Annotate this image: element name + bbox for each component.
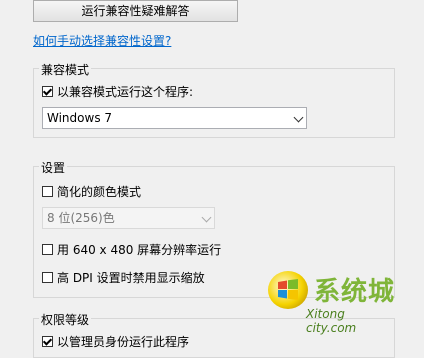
- dpi-checkbox[interactable]: [42, 272, 53, 283]
- chevron-down-icon: [201, 212, 212, 223]
- privilege-title: 权限等级: [39, 311, 92, 328]
- compat-mode-checkbox-label: 以兼容模式运行这个程序:: [57, 85, 194, 99]
- run-troubleshooter-button[interactable]: 运行兼容性疑难解答: [33, 0, 238, 22]
- resolution-checkbox[interactable]: [42, 244, 53, 255]
- os-version-value: Windows 7: [47, 111, 113, 125]
- compat-mode-title: 兼容模式: [39, 61, 92, 78]
- manual-compat-help-link[interactable]: 如何手动选择兼容性设置?: [33, 32, 171, 49]
- site-watermark: 系统城 Xitong city.com: [266, 267, 396, 335]
- dpi-label: 高 DPI 设置时禁用显示缩放: [57, 271, 205, 285]
- reduced-color-row[interactable]: 简化的颜色模式: [42, 183, 141, 200]
- color-depth-value: 8 位(256)色: [47, 211, 115, 225]
- compat-mode-checkbox[interactable]: [42, 86, 53, 97]
- watermark-text: 系统城: [314, 277, 396, 307]
- watermark-sub: Xitong city.com: [306, 307, 357, 335]
- admin-row[interactable]: 以管理员身份运行此程序: [42, 333, 189, 350]
- color-depth-select: 8 位(256)色: [42, 207, 215, 229]
- dpi-row[interactable]: 高 DPI 设置时禁用显示缩放: [42, 269, 205, 286]
- compat-mode-checkbox-row[interactable]: 以兼容模式运行这个程序:: [42, 83, 193, 100]
- settings-title: 设置: [39, 159, 68, 176]
- reduced-color-checkbox[interactable]: [42, 186, 53, 197]
- admin-checkbox[interactable]: [42, 336, 53, 347]
- resolution-label: 用 640 x 480 屏幕分辨率运行: [57, 243, 222, 257]
- windows-logo-icon: [268, 271, 308, 309]
- reduced-color-label: 简化的颜色模式: [57, 185, 142, 199]
- admin-label: 以管理员身份运行此程序: [57, 335, 190, 349]
- resolution-row[interactable]: 用 640 x 480 屏幕分辨率运行: [42, 241, 221, 258]
- compat-mode-group: 兼容模式 以兼容模式运行这个程序: Windows 7: [33, 61, 395, 138]
- chevron-down-icon: [293, 112, 304, 123]
- os-version-select[interactable]: Windows 7: [42, 107, 307, 129]
